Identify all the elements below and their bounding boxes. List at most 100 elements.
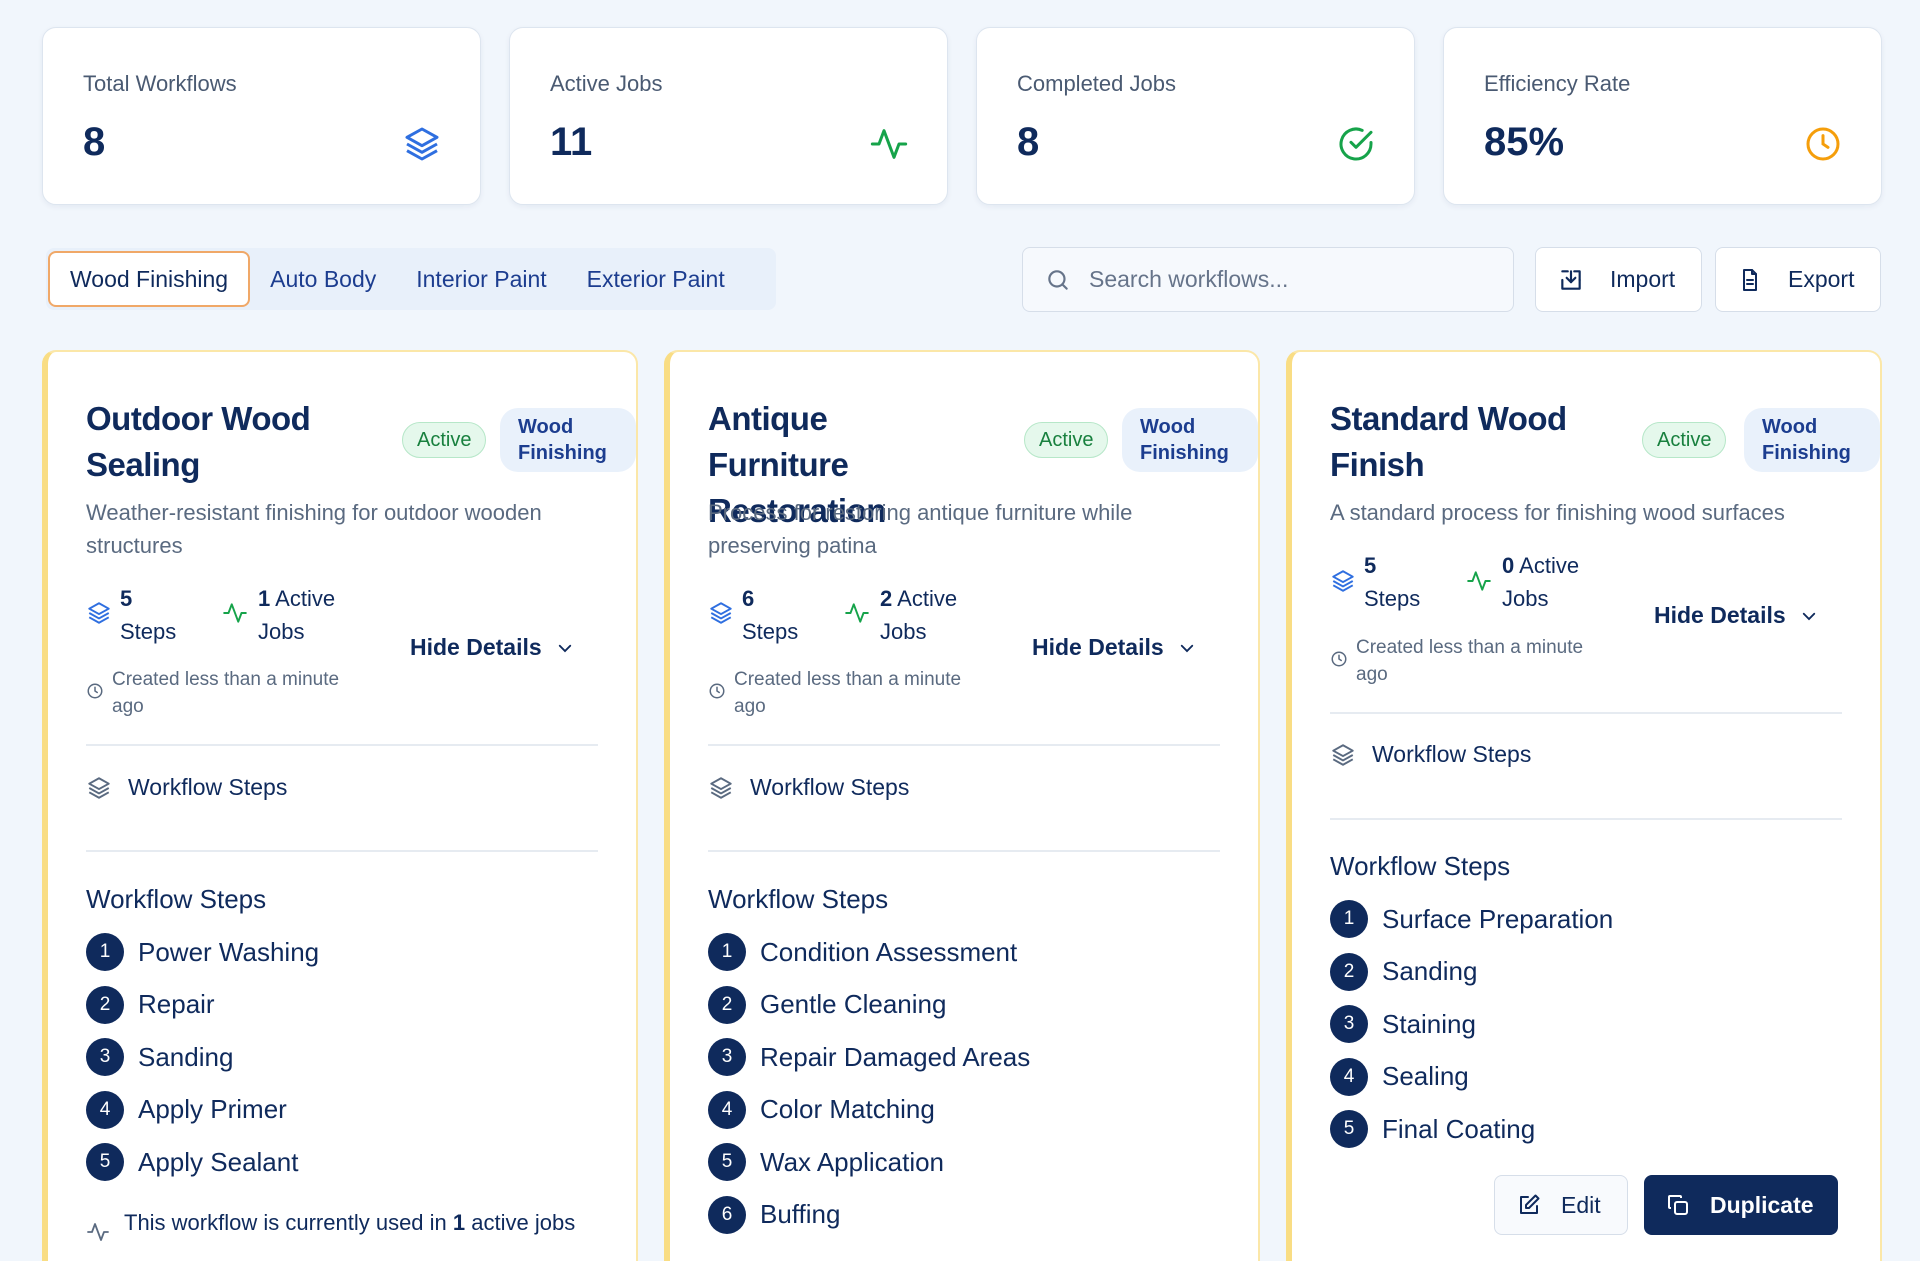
step-item: 4 Apply Primer [86,1084,319,1136]
activity-icon [87,1223,109,1241]
hide-details-label: Hide Details [1032,634,1164,660]
step-label: Final Coating [1382,1113,1536,1144]
usage-count: 1 [452,1210,466,1235]
chevron-up-icon [558,644,571,652]
export-label: Export [1788,266,1855,292]
workflow-steps-heading: Workflow Steps [86,884,267,914]
steps-list: 1 Surface Preparation 2 Sanding 3 Staining … [1330,893,1613,1156]
step-label: Gentle Cleaning [760,989,947,1020]
step-number: 2 [86,985,124,1024]
step-number: 4 [1330,1057,1368,1096]
workflow-description: A standard process for finishing wood su… [1330,500,1785,525]
usage-suffix: active jobs [471,1210,576,1235]
step-item: 6 Buffing [708,1189,1030,1241]
step-number: 4 [708,1090,746,1129]
hide-details-button[interactable]: Hide Details [1654,602,1818,629]
edit-icon [1520,1194,1540,1214]
step-label: Buffing [760,1199,841,1230]
created-time: Created less than a minute ago [734,669,962,717]
step-number: 5 [1330,1110,1368,1149]
stat-card-total-workflows: Total Workflows 8 [42,27,481,205]
stat-label: Total Workflows [83,71,237,96]
active-jobs-count: 0 Active Jobs [1502,553,1580,611]
step-item: 5 Final Coating [1330,1103,1613,1155]
stat-value: 8 [83,120,106,164]
import-label: Import [1610,266,1676,292]
step-item: 3 Staining [1330,998,1613,1050]
activity-icon [870,129,908,159]
step-number: 1 [708,933,746,971]
tab-auto-body[interactable]: Auto Body [250,251,396,307]
edit-button[interactable]: Edit [1494,1175,1628,1235]
workflow-steps-toggle-label: Workflow Steps [128,774,288,800]
import-button[interactable]: Import [1535,247,1702,312]
step-number: 3 [708,1038,746,1077]
divider [1330,818,1842,820]
chevron-up-icon [1180,644,1193,652]
usage-note: This workflow is currently used in 1 act… [86,1208,594,1244]
layers-icon [1332,570,1354,592]
duplicate-button[interactable]: Duplicate [1644,1175,1838,1235]
file-icon [1743,268,1757,291]
stat-card-efficiency-rate: Efficiency Rate 85% [1443,27,1882,205]
tab-exterior-paint[interactable]: Exterior Paint [567,251,745,307]
step-label: Apply Sealant [138,1146,299,1177]
step-number: 2 [1330,952,1368,991]
duplicate-label: Duplicate [1710,1191,1814,1218]
search-input[interactable] [1089,266,1489,293]
tab-interior-paint[interactable]: Interior Paint [396,251,566,307]
layers-icon [88,602,110,624]
created-time: Created less than a minute ago [1356,637,1584,685]
workflow-card: Outdoor Wood Sealing Active Wood Finishi… [42,350,638,1261]
step-item: 5 Apply Sealant [86,1136,319,1188]
category-badge: Wood Finishing [500,408,636,472]
step-label: Color Matching [760,1094,935,1125]
workflow-card: Standard Wood Finish Active Wood Finishi… [1286,350,1882,1261]
divider [86,744,598,746]
hide-details-label: Hide Details [410,634,542,660]
workflow-description: Process for restoring antique furniture … [708,500,1133,558]
steps-count: 6 Steps [742,586,799,644]
step-item: 3 Repair Damaged Areas [708,1031,1030,1083]
steps-count: 5 Steps [1364,553,1421,611]
steps-list: 1 Condition Assessment 2 Gentle Cleaning 3… [708,926,1030,1242]
tab-wood-finishing[interactable]: Wood Finishing [48,251,251,307]
workflow-steps-toggle[interactable]: Workflow Steps [86,774,287,801]
hide-details-button[interactable]: Hide Details [410,634,574,661]
step-label: Wax Application [760,1146,945,1177]
clock-icon [709,683,725,699]
step-item: 1 Power Washing [86,926,319,978]
activity-icon [1467,571,1491,591]
layers-icon [710,602,732,624]
step-item: 4 Sealing [1330,1051,1613,1103]
workflow-steps-toggle[interactable]: Workflow Steps [708,774,909,801]
layers-icon [710,776,732,799]
workflow-steps-toggle[interactable]: Workflow Steps [1330,741,1531,768]
step-item: 1 Condition Assessment [708,926,1030,978]
step-number: 4 [86,1090,124,1129]
usage-prefix: This workflow is currently used in [124,1210,447,1235]
export-button[interactable]: Export [1715,247,1881,312]
step-number: 6 [708,1195,746,1234]
divider [708,744,1220,746]
workflow-description: Weather-resistant finishing for outdoor … [86,500,542,558]
step-number: 2 [708,985,746,1024]
category-badge: Wood Finishing [1122,408,1258,472]
workflow-title: Outdoor Wood Sealing [86,400,311,483]
step-number: 5 [86,1143,124,1182]
hide-details-button[interactable]: Hide Details [1032,634,1196,661]
import-icon [1561,269,1581,290]
step-label: Surface Preparation [1382,903,1614,934]
step-item: 4 Color Matching [708,1084,1030,1136]
activity-icon [845,603,869,623]
step-label: Repair Damaged Areas [760,1041,1031,1072]
step-label: Repair [138,989,215,1020]
active-jobs-count: 2 Active Jobs [880,586,958,644]
workflow-dashboard: Total Workflows 8 Active Jobs 11 Complet… [0,0,1920,1261]
stat-value: 8 [1017,120,1040,164]
status-badge: Active [1024,422,1109,458]
layers-icon [405,127,439,161]
category-tabs: Wood Finishing Auto Body Interior Paint … [46,248,776,310]
stat-card-completed-jobs: Completed Jobs 8 [976,27,1415,205]
workflow-steps-heading: Workflow Steps [708,884,889,914]
